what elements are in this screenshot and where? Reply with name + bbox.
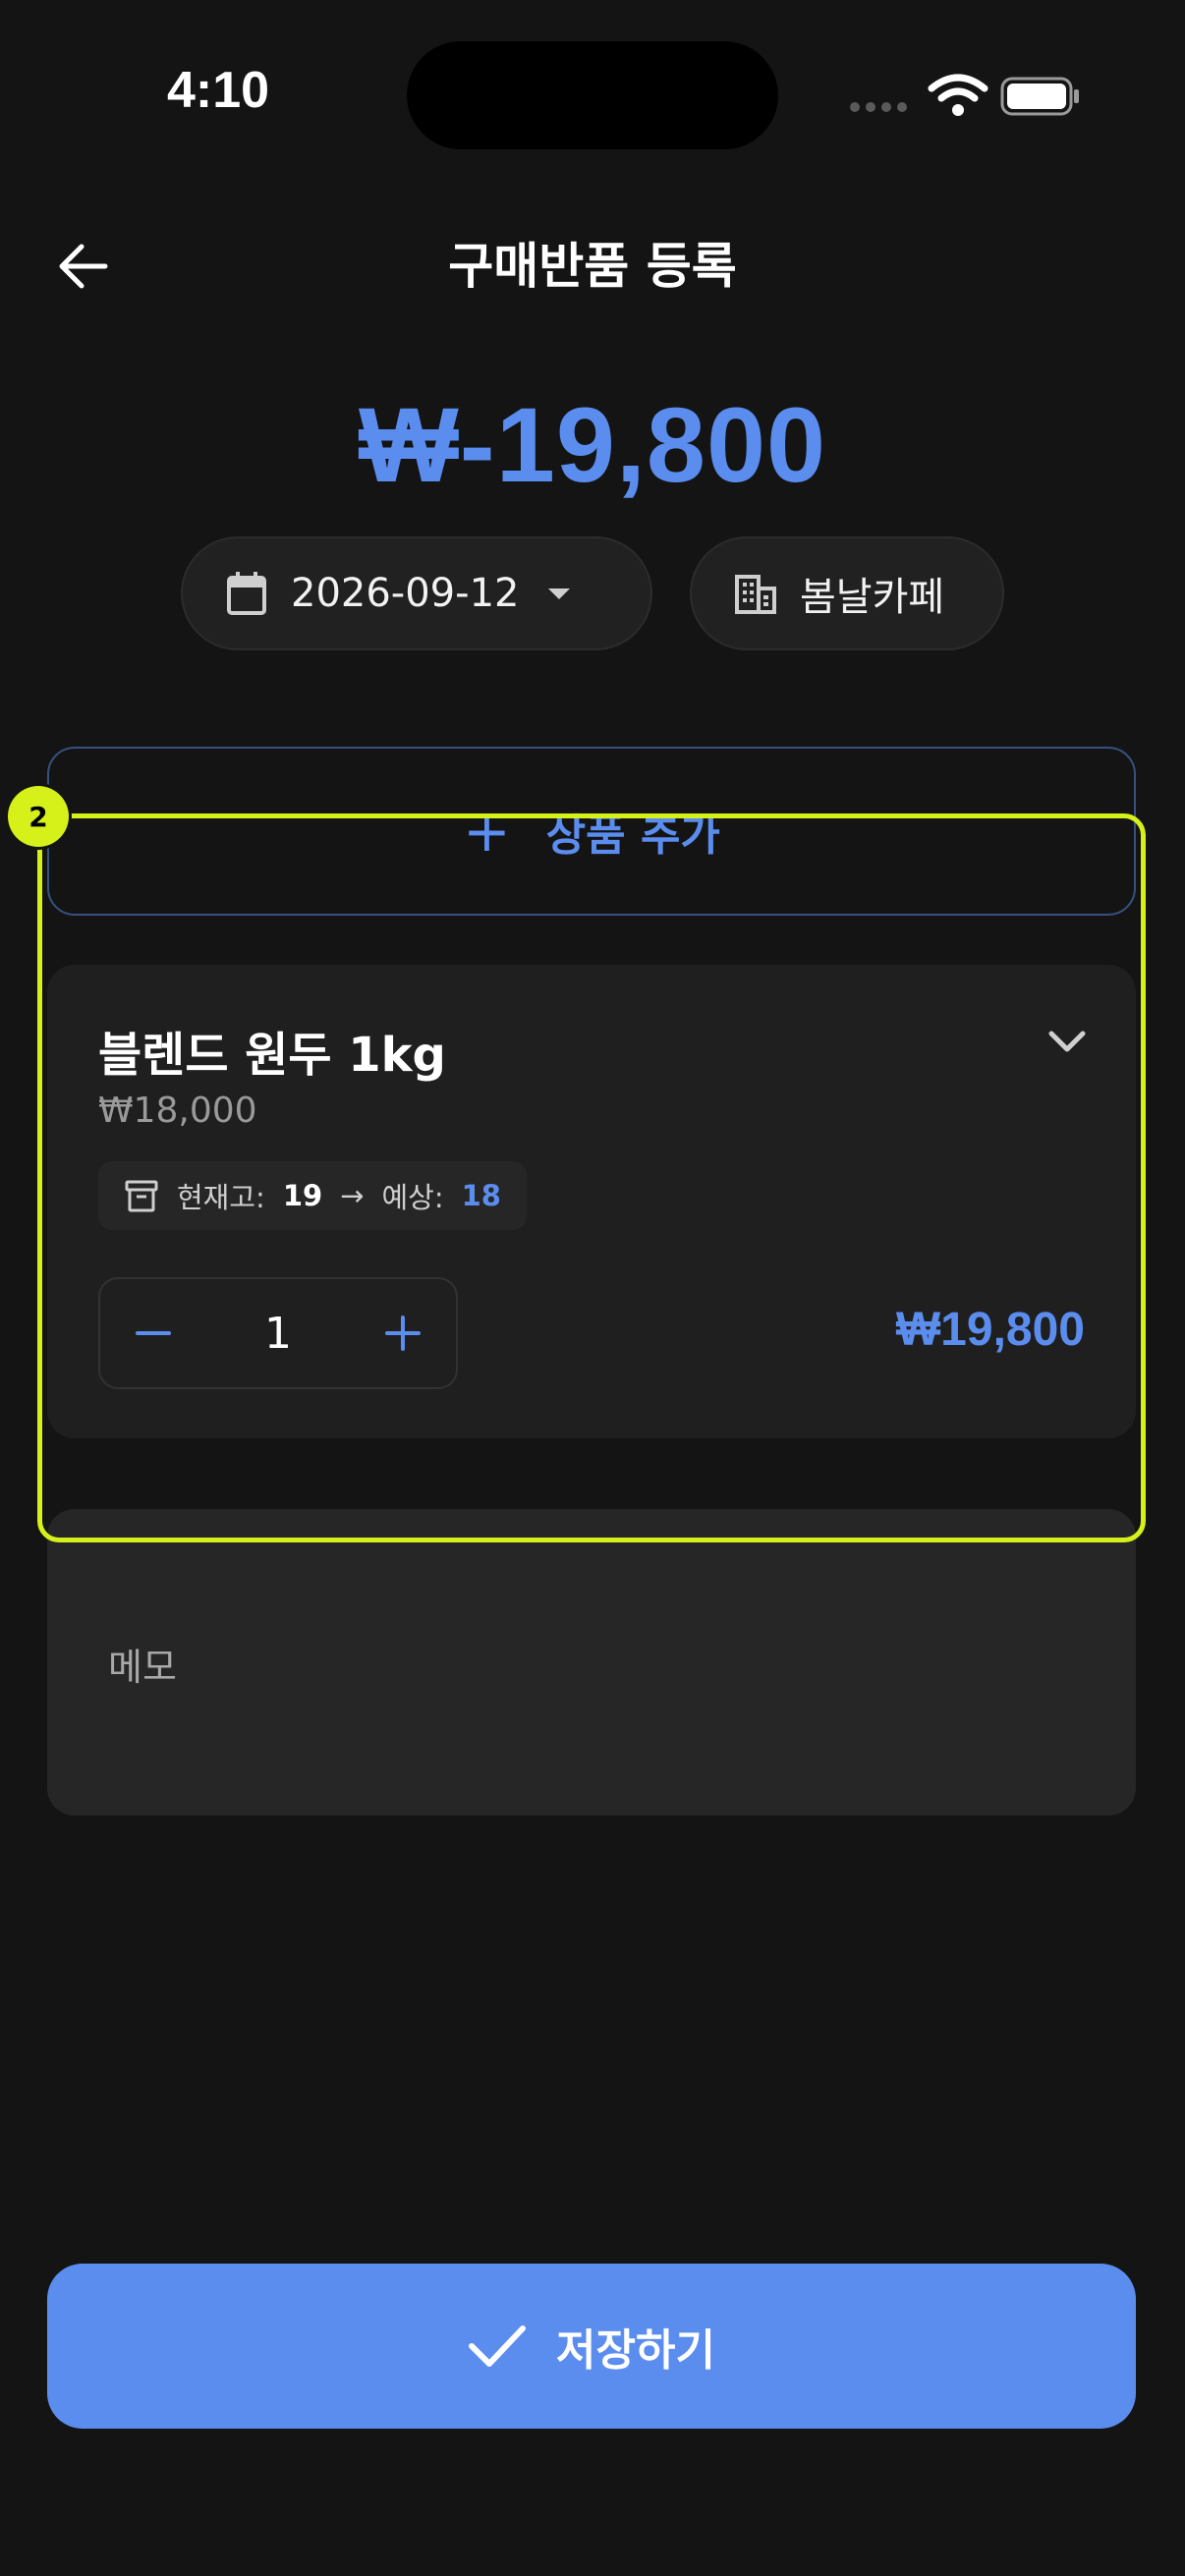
building-icon xyxy=(735,575,776,614)
date-selector[interactable]: 2026-09-12 xyxy=(181,536,652,650)
save-label: 저장하기 xyxy=(556,2325,715,2376)
store-selector[interactable]: 봄날카페 xyxy=(690,536,1004,650)
store-value: 봄날카페 xyxy=(800,575,945,620)
annotation-badge: 2 xyxy=(8,786,69,847)
page-title: 구매반품 등록 xyxy=(448,238,737,295)
wifi-icon xyxy=(928,74,988,116)
annotation-highlight-box xyxy=(37,813,1146,1542)
save-button[interactable]: 저장하기 xyxy=(47,2264,1136,2429)
screen: 4:10 구매반품 등록 ₩-19,800 2026-09-12 봄날카페 + … xyxy=(0,0,1185,2576)
battery-icon xyxy=(1000,77,1079,116)
memo-field[interactable]: 메모 xyxy=(47,1509,1136,1816)
dynamic-island xyxy=(407,41,778,149)
cellular-signal-icon xyxy=(850,102,907,112)
dropdown-caret-icon xyxy=(548,588,571,599)
total-amount: ₩-19,800 xyxy=(358,385,827,504)
checkmark-icon xyxy=(469,2325,527,2367)
memo-placeholder: 메모 xyxy=(108,1646,177,1689)
date-value: 2026-09-12 xyxy=(291,571,520,616)
status-time: 4:10 xyxy=(167,62,270,119)
calendar-icon xyxy=(227,572,266,615)
